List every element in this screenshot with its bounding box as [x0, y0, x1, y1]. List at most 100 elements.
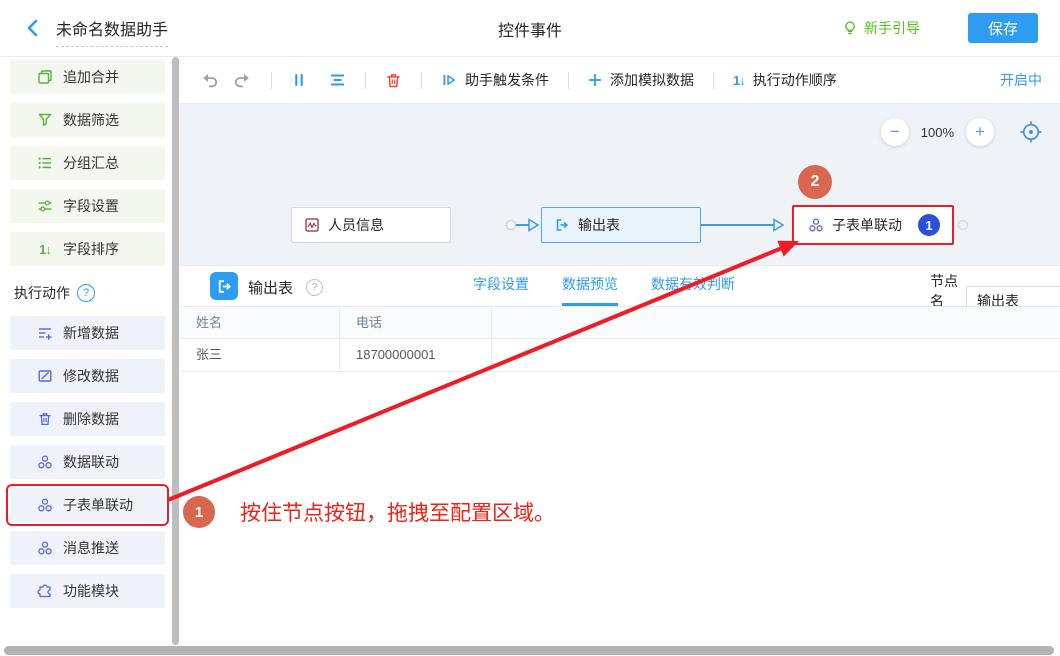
zoom-controls: − 100% + [881, 118, 1044, 146]
page-title: 控件事件 [498, 17, 562, 41]
add-data-icon [37, 325, 53, 341]
step-1-badge: 1 [183, 496, 215, 528]
node-output-table[interactable]: 输出表 [541, 207, 701, 243]
trigger-play-icon [441, 72, 457, 88]
guide-label: 新手引导 [864, 18, 920, 38]
data-link-icon [37, 454, 53, 470]
tab-field-settings[interactable]: 字段设置 [473, 266, 529, 306]
sidebar-item-label: 追加合并 [63, 67, 119, 87]
top-bar: 未命名数据助手 控件事件 新手引导 保存 [0, 0, 1060, 57]
sidebar-item-edit-data[interactable]: 修改数据 [10, 359, 165, 393]
assistant-title[interactable]: 未命名数据助手 [56, 16, 168, 47]
table-row: 张三 18700000001 [180, 339, 1060, 372]
zoom-level: 100% [921, 125, 954, 140]
canvas-toolbar: 助手触发条件 添加模拟数据 1↓ 执行动作顺序 开启中 [180, 57, 1060, 104]
back-icon[interactable] [24, 19, 40, 37]
redo-icon[interactable] [233, 71, 252, 89]
node-subform-link[interactable]: 子表单联动 1 [792, 205, 954, 245]
action-order-label: 执行动作顺序 [753, 70, 837, 90]
toolbar-divider [365, 72, 366, 89]
sidebar-item-label: 修改数据 [63, 366, 119, 386]
field-settings-icon [37, 198, 53, 214]
node-config-panel: 输出表 ? 字段设置 数据预览 数据有效判断 节点名称： 姓名 电话 张三 18… [180, 265, 1060, 656]
trash-icon[interactable] [385, 72, 402, 89]
action-order-button[interactable]: 1↓ 执行动作顺序 [733, 70, 837, 90]
merge-icon [37, 69, 53, 85]
sidebar-item-field-sort[interactable]: 1↓ 字段排序 [10, 232, 165, 266]
tab-data-preview[interactable]: 数据预览 [562, 266, 618, 306]
node-label: 输出表 [578, 215, 620, 235]
node-person-info[interactable]: 人员信息 [291, 207, 451, 243]
save-button[interactable]: 保存 [968, 13, 1038, 43]
sidebar-item-function-module[interactable]: 功能模块 [10, 574, 165, 608]
toolbar-divider [271, 72, 272, 89]
flow-canvas[interactable]: − 100% + 人员信息 输出表 子表单联动 1 2 [180, 104, 1060, 265]
beginner-guide-link[interactable]: 新手引导 [842, 18, 920, 38]
plus-icon [588, 73, 602, 87]
node-label: 人员信息 [328, 215, 384, 235]
filter-icon [37, 112, 53, 128]
sidebar-item-subform-link[interactable]: 子表单联动 [10, 488, 165, 522]
sort-icon: 1↓ [37, 241, 53, 257]
sidebar-item-add-data[interactable]: 新增数据 [10, 316, 165, 350]
toolbar-divider [713, 72, 714, 89]
data-preview-table: 姓名 电话 张三 18700000001 [180, 306, 1060, 372]
table-cell: 18700000001 [340, 339, 492, 371]
sidebar-item-data-link[interactable]: 数据联动 [10, 445, 165, 479]
sidebar-item-data-filter[interactable]: 数据筛选 [10, 103, 165, 137]
help-icon[interactable]: ? [77, 284, 95, 302]
column-header: 姓名 [180, 307, 340, 338]
sidebar-scrollbar[interactable] [172, 57, 179, 645]
subform-link-icon [808, 217, 824, 233]
sidebar-item-label: 功能模块 [63, 581, 119, 601]
locate-icon[interactable] [1018, 119, 1044, 145]
sidebar-item-label: 数据联动 [63, 452, 119, 472]
form-pulse-icon [304, 217, 320, 233]
column-header: 电话 [340, 307, 492, 338]
node-count-badge: 1 [918, 214, 940, 236]
sidebar-item-label: 字段设置 [63, 196, 119, 216]
tab-data-validity[interactable]: 数据有效判断 [651, 266, 735, 306]
sidebar-item-group-summary[interactable]: 分组汇总 [10, 146, 165, 180]
table-header-row: 姓名 电话 [180, 306, 1060, 339]
add-mock-data-label: 添加模拟数据 [610, 70, 694, 90]
sidebar-item-label: 数据筛选 [63, 110, 119, 130]
align-icon[interactable] [329, 72, 346, 88]
toolbar-divider [421, 72, 422, 89]
sidebar-item-field-settings[interactable]: 字段设置 [10, 189, 165, 223]
zoom-out-button[interactable]: − [881, 118, 909, 146]
sidebar-item-label: 子表单联动 [63, 495, 133, 515]
toolbar-divider [568, 72, 569, 89]
distribute-icon[interactable] [291, 72, 307, 88]
table-cell: 张三 [180, 339, 340, 371]
edit-icon [37, 368, 53, 384]
status-toggle[interactable]: 开启中 [1000, 70, 1042, 90]
sidebar-item-message-push[interactable]: 消息推送 [10, 531, 165, 565]
horizontal-scrollbar[interactable] [4, 646, 1054, 655]
trigger-condition-button[interactable]: 助手触发条件 [441, 70, 549, 90]
sort-order-icon: 1↓ [733, 73, 745, 88]
zoom-in-button[interactable]: + [966, 118, 994, 146]
main-area: 助手触发条件 添加模拟数据 1↓ 执行动作顺序 开启中 − 100% [180, 57, 1060, 656]
step-2-badge: 2 [798, 165, 832, 199]
add-mock-data-button[interactable]: 添加模拟数据 [588, 70, 694, 90]
group-icon [37, 155, 53, 171]
sidebar-item-label: 删除数据 [63, 409, 119, 429]
module-icon [37, 583, 53, 599]
sidebar-item-label: 新增数据 [63, 323, 119, 343]
trigger-condition-label: 助手触发条件 [465, 70, 549, 90]
sidebar-item-delete-data[interactable]: 删除数据 [10, 402, 165, 436]
export-icon [554, 217, 570, 233]
lightbulb-icon [842, 20, 858, 36]
help-icon[interactable]: ? [306, 279, 323, 296]
sidebar-item-label: 分组汇总 [63, 153, 119, 173]
sidebar-item-label: 字段排序 [63, 239, 119, 259]
delete-icon [37, 411, 53, 427]
annotation-text: 按住节点按钮，拖拽至配置区域。 [240, 497, 555, 527]
sidebar-item-append-merge[interactable]: 追加合并 [10, 60, 165, 94]
undo-icon[interactable] [200, 71, 219, 89]
output-table-icon [210, 272, 238, 300]
panel-tabs: 字段设置 数据预览 数据有效判断 [473, 266, 735, 306]
message-push-icon [37, 540, 53, 556]
panel-title: 输出表 [248, 277, 293, 298]
